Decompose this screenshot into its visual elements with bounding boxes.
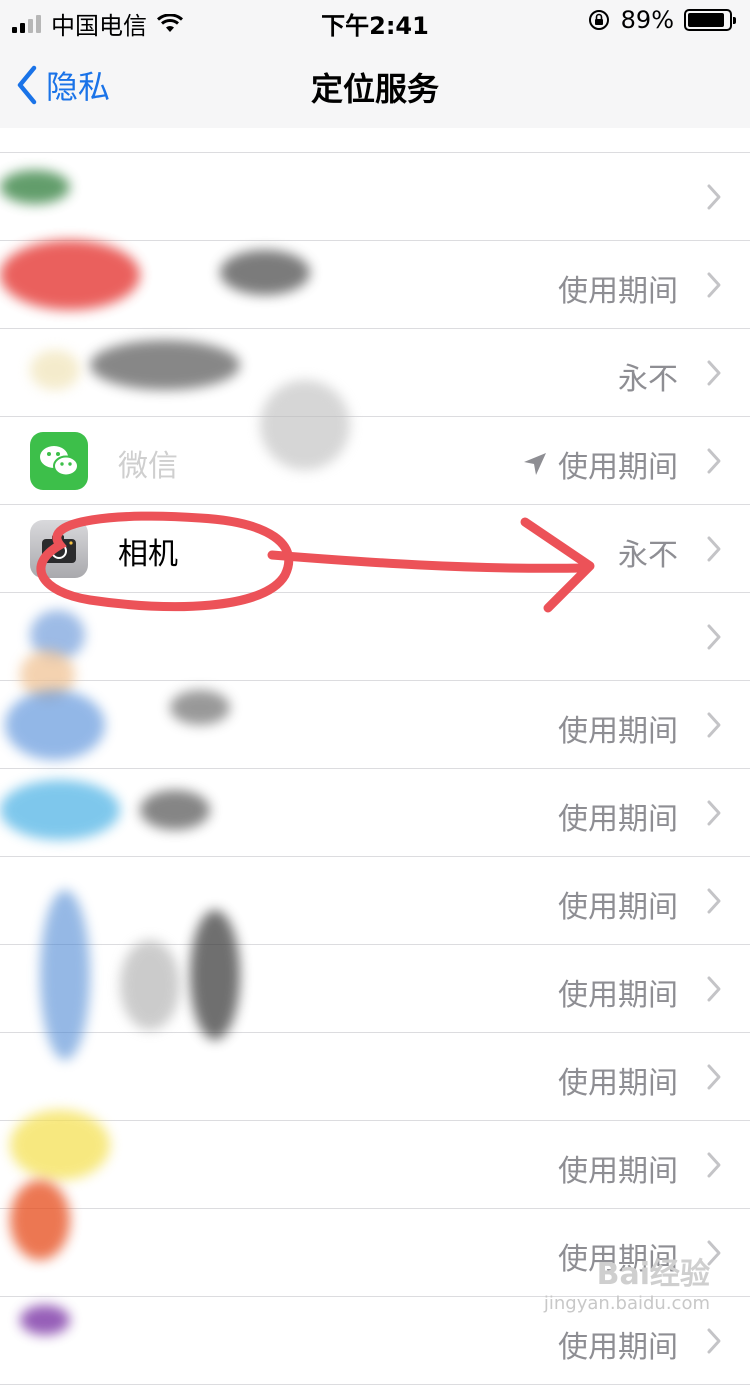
location-status: 使用期间 bbox=[558, 1330, 678, 1365]
location-status: 使用期间 bbox=[558, 714, 678, 749]
location-status: 永不 bbox=[618, 538, 678, 573]
list-item[interactable]: 使用期间 bbox=[0, 857, 750, 945]
chevron-right-icon bbox=[707, 976, 721, 1002]
section-gap bbox=[0, 128, 750, 152]
chevron-right-icon bbox=[707, 1328, 721, 1354]
chevron-right-icon bbox=[707, 536, 721, 562]
page-title: 定位服务 bbox=[310, 70, 439, 108]
list-item-camera[interactable]: 相机 永不 bbox=[0, 505, 750, 593]
app-list: 使用期间 永不 微信 使用期间 相机 永不 使用期间 使用期间 使用期间 使用期… bbox=[0, 152, 750, 1385]
list-item[interactable] bbox=[0, 153, 750, 241]
location-status: 使用期间 bbox=[558, 802, 678, 837]
camera-app-icon bbox=[30, 520, 88, 578]
location-status: 永不 bbox=[618, 362, 678, 397]
watermark: Bai经验 jingyan.baidu.com bbox=[544, 1249, 710, 1314]
chevron-right-icon bbox=[707, 1152, 721, 1178]
list-item[interactable]: 永不 bbox=[0, 329, 750, 417]
location-arrow-icon bbox=[524, 453, 546, 475]
list-item-wechat[interactable]: 微信 使用期间 bbox=[0, 417, 750, 505]
list-item[interactable]: 使用期间 bbox=[0, 1033, 750, 1121]
location-status: 使用期间 bbox=[522, 442, 678, 486]
location-status: 使用期间 bbox=[558, 978, 678, 1013]
chevron-right-icon bbox=[707, 184, 721, 210]
list-item[interactable]: 使用期间 bbox=[0, 945, 750, 1033]
status-right: 89% bbox=[587, 6, 736, 34]
chevron-right-icon bbox=[707, 888, 721, 914]
location-status-text: 使用期间 bbox=[558, 450, 678, 485]
location-status: 使用期间 bbox=[558, 1154, 678, 1189]
list-item[interactable]: 使用期间 bbox=[0, 681, 750, 769]
battery-icon bbox=[684, 9, 736, 31]
list-item[interactable] bbox=[0, 593, 750, 681]
chevron-right-icon bbox=[707, 448, 721, 474]
status-bar: 中国电信 下午2:41 89% bbox=[0, 0, 750, 40]
app-name: 微信 bbox=[118, 449, 178, 484]
wechat-app-icon bbox=[30, 432, 88, 490]
list-item[interactable]: 使用期间 bbox=[0, 1121, 750, 1209]
chevron-right-icon bbox=[707, 272, 721, 298]
battery-percent: 89% bbox=[620, 6, 674, 34]
chevron-right-icon bbox=[707, 800, 721, 826]
rotation-lock-icon bbox=[588, 10, 609, 30]
chevron-right-icon bbox=[707, 360, 721, 386]
navigation-bar: 隐私 定位服务 bbox=[0, 40, 750, 129]
watermark-brand: Bai经验 bbox=[596, 1257, 710, 1292]
app-name: 相机 bbox=[118, 537, 178, 572]
watermark-url: jingyan.baidu.com bbox=[543, 1293, 710, 1314]
list-item[interactable]: 使用期间 bbox=[0, 241, 750, 329]
list-item[interactable]: 使用期间 bbox=[0, 769, 750, 857]
battery-fill bbox=[688, 13, 724, 27]
location-status: 使用期间 bbox=[558, 1066, 678, 1101]
chevron-right-icon bbox=[707, 712, 721, 738]
chevron-right-icon bbox=[707, 624, 721, 650]
location-status: 使用期间 bbox=[558, 274, 678, 309]
location-status: 使用期间 bbox=[558, 890, 678, 925]
chevron-right-icon bbox=[707, 1064, 721, 1090]
